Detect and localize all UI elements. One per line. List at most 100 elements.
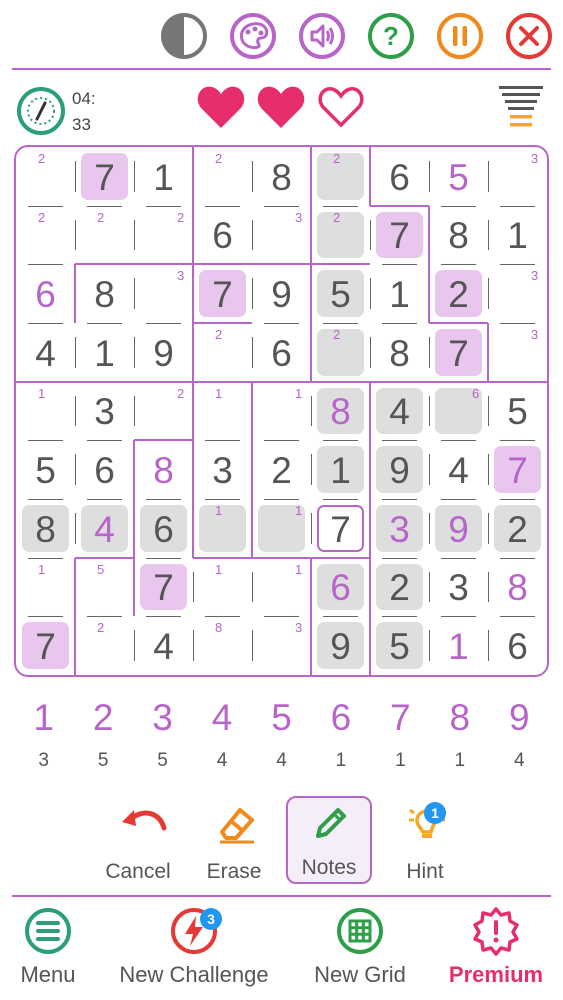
board-cell[interactable]: 3 [370, 499, 429, 558]
board-cell[interactable] [311, 206, 370, 265]
board-cell[interactable]: 2 [370, 558, 429, 617]
board-cell[interactable]: 6 [134, 499, 193, 558]
number-button-5[interactable]: 54 [252, 698, 311, 772]
hint-button[interactable]: 1 Hint [380, 800, 470, 888]
new-challenge-button[interactable]: 3 New Challenge [106, 906, 282, 988]
board-cell[interactable]: 6 [311, 558, 370, 617]
board-cell[interactable]: 4 [75, 499, 134, 558]
board-cell[interactable]: 8 [311, 382, 370, 441]
board-cell[interactable]: 8 [429, 206, 488, 265]
board-cell[interactable]: 8 [252, 147, 311, 206]
board-cell[interactable] [16, 382, 75, 441]
board-cell[interactable]: 8 [16, 499, 75, 558]
close-icon[interactable] [505, 12, 553, 60]
number-button-1[interactable]: 13 [14, 698, 73, 772]
board-cell[interactable]: 4 [429, 440, 488, 499]
board-cell[interactable]: 8 [134, 440, 193, 499]
number-button-8[interactable]: 81 [430, 698, 489, 772]
board-cell[interactable]: 5 [488, 382, 547, 441]
cell-value: 8 [389, 332, 410, 374]
pause-icon[interactable] [436, 12, 484, 60]
board-cell[interactable]: 1 [429, 616, 488, 675]
board-cell[interactable] [75, 558, 134, 617]
board-cell[interactable]: 6 [16, 264, 75, 323]
board-cell[interactable]: 1 [311, 440, 370, 499]
board-cell[interactable]: 6 [193, 206, 252, 265]
board-cell[interactable] [193, 616, 252, 675]
number-button-2[interactable]: 25 [73, 698, 132, 772]
premium-button[interactable]: Premium [438, 906, 554, 988]
board-cell[interactable]: 5 [429, 147, 488, 206]
board-cell[interactable]: 9 [429, 499, 488, 558]
cell-value: 7 [212, 274, 233, 316]
board-cell[interactable]: 7 [311, 499, 370, 558]
board-cell[interactable] [16, 147, 75, 206]
board-cell[interactable]: 4 [16, 323, 75, 382]
board-cell[interactable]: 5 [370, 616, 429, 675]
board-cell[interactable]: 6 [75, 440, 134, 499]
number-button-7[interactable]: 71 [371, 698, 430, 772]
palette-icon[interactable] [229, 12, 277, 60]
board-cell[interactable]: 9 [252, 264, 311, 323]
menu-button[interactable]: Menu [12, 906, 84, 988]
cell-divider [429, 513, 430, 544]
board-cell[interactable]: 1 [488, 206, 547, 265]
board-cell[interactable]: 2 [252, 440, 311, 499]
board-cell[interactable] [193, 323, 252, 382]
board-cell[interactable] [311, 323, 370, 382]
board-cell[interactable]: 1 [134, 147, 193, 206]
board-cell[interactable] [193, 382, 252, 441]
cell-divider [252, 630, 253, 661]
cell-value: 7 [153, 567, 174, 609]
board-cell[interactable]: 2 [429, 264, 488, 323]
board-cell[interactable] [193, 499, 252, 558]
board-cell[interactable] [75, 206, 134, 265]
number-button-3[interactable]: 35 [133, 698, 192, 772]
board-cell[interactable] [311, 147, 370, 206]
board-cell[interactable]: 8 [488, 558, 547, 617]
board-cell[interactable]: 1 [370, 264, 429, 323]
notes-button[interactable]: Notes [286, 796, 372, 884]
board-cell[interactable]: 7 [134, 558, 193, 617]
board-cell[interactable]: 8 [75, 264, 134, 323]
board-cell[interactable]: 4 [134, 616, 193, 675]
board-cell[interactable]: 5 [311, 264, 370, 323]
board-cell[interactable]: 3 [75, 382, 134, 441]
board-cell[interactable]: 2 [488, 499, 547, 558]
board-cell[interactable]: 9 [370, 440, 429, 499]
board-cell[interactable]: 7 [16, 616, 75, 675]
number-button-9[interactable]: 94 [490, 698, 549, 772]
sound-icon[interactable] [298, 12, 346, 60]
board-cell[interactable]: 7 [429, 323, 488, 382]
help-icon[interactable]: ? [367, 12, 415, 60]
board-cell[interactable] [16, 206, 75, 265]
erase-button[interactable]: Erase [189, 800, 279, 888]
board-cell[interactable]: 5 [16, 440, 75, 499]
footer-divider [12, 895, 551, 897]
board-cell[interactable] [193, 558, 252, 617]
board-cell[interactable]: 6 [370, 147, 429, 206]
board-cell[interactable]: 4 [370, 382, 429, 441]
board-cell[interactable]: 7 [75, 147, 134, 206]
number-button-4[interactable]: 44 [192, 698, 251, 772]
board-cell[interactable]: 7 [488, 440, 547, 499]
cell-divider [28, 557, 63, 559]
board-cell[interactable] [16, 558, 75, 617]
board-cell[interactable]: 6 [252, 323, 311, 382]
board-cell[interactable] [75, 616, 134, 675]
board-cell[interactable]: 9 [311, 616, 370, 675]
number-button-6[interactable]: 61 [311, 698, 370, 772]
board-cell[interactable]: 7 [193, 264, 252, 323]
board-cell[interactable]: 3 [429, 558, 488, 617]
board-cell[interactable]: 8 [370, 323, 429, 382]
erase-label: Erase [206, 860, 262, 883]
contrast-icon[interactable] [160, 12, 208, 60]
board-cell[interactable]: 9 [134, 323, 193, 382]
board-cell[interactable] [193, 147, 252, 206]
board-cell[interactable]: 3 [193, 440, 252, 499]
board-cell[interactable]: 7 [370, 206, 429, 265]
new-grid-button[interactable]: New Grid [305, 906, 415, 988]
cancel-button[interactable]: Cancel [93, 800, 183, 888]
board-cell[interactable]: 1 [75, 323, 134, 382]
board-cell[interactable]: 6 [488, 616, 547, 675]
